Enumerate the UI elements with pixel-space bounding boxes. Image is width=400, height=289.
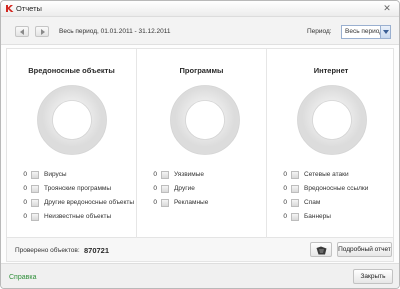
legend-item-trojans[interactable]: 0 Троянские программы xyxy=(7,183,136,197)
legend-count: 0 xyxy=(283,185,287,192)
period-label: Период: xyxy=(307,28,332,35)
checked-objects-count: 870721 xyxy=(84,246,110,255)
legend-label: Троянские программы xyxy=(44,185,112,192)
legend-color-box xyxy=(161,199,169,207)
legend-item-viruses[interactable]: 0 Вирусы xyxy=(7,169,136,183)
arrow-left-icon xyxy=(20,29,24,35)
legend-item-vulnerable[interactable]: 0 Уязвимые xyxy=(137,169,266,183)
legend-color-box xyxy=(161,185,169,193)
legend-color-box xyxy=(31,199,39,207)
title-bar: Отчеты ✕ xyxy=(1,1,399,17)
legend-color-box xyxy=(31,213,39,221)
dropdown-button[interactable] xyxy=(380,26,390,38)
legend-count: 0 xyxy=(153,171,157,178)
legend-item-network-attacks[interactable]: 0 Сетевые атаки xyxy=(267,169,395,183)
arrow-right-icon xyxy=(41,29,45,35)
legend-label: Уязвимые xyxy=(174,171,205,178)
period-select[interactable]: Весь период xyxy=(341,25,391,39)
chevron-down-icon xyxy=(383,30,389,34)
previous-period-button[interactable] xyxy=(15,26,29,37)
summary-bar: Проверено объектов: 870721 Подробный отч… xyxy=(6,238,394,262)
kaspersky-network-button[interactable] xyxy=(310,242,332,257)
legend-label: Сетевые атаки xyxy=(304,171,349,178)
bottom-bar: Справка Закрыть xyxy=(1,263,399,288)
legend-label: Баннеры xyxy=(304,213,331,220)
legend-label: Рекламные xyxy=(174,199,209,206)
kaspersky-security-network-icon xyxy=(316,246,327,255)
legend-label: Вирусы xyxy=(44,171,67,178)
legend-item-other[interactable]: 0 Другие xyxy=(137,183,266,197)
legend-count: 0 xyxy=(23,185,27,192)
legend-color-box xyxy=(291,213,299,221)
close-button[interactable]: Закрыть xyxy=(353,269,393,284)
legend-item-banners[interactable]: 0 Баннеры xyxy=(267,211,395,225)
legend-count: 0 xyxy=(283,171,287,178)
programs-title: Программы xyxy=(179,66,224,75)
reports-window: Отчеты ✕ Весь период, 01.01.2011 - 31.12… xyxy=(0,0,400,289)
internet-title: Интернет xyxy=(313,66,349,75)
legend-count: 0 xyxy=(23,199,27,206)
legend-item-unknown-objects[interactable]: 0 Неизвестные объекты xyxy=(7,211,136,225)
legend-item-adware[interactable]: 0 Рекламные xyxy=(137,197,266,211)
period-select-value: Весь период xyxy=(345,28,384,35)
legend-label: Другие xyxy=(174,185,195,192)
legend-count: 0 xyxy=(23,171,27,178)
help-link[interactable]: Справка xyxy=(9,274,36,281)
legend-count: 0 xyxy=(23,213,27,220)
legend-count: 0 xyxy=(153,199,157,206)
legend-item-other-malware[interactable]: 0 Другие вредоносные объекты xyxy=(7,197,136,211)
legend-color-box xyxy=(291,199,299,207)
window-title: Отчеты xyxy=(16,4,42,13)
next-period-button[interactable] xyxy=(35,26,49,37)
detailed-report-button[interactable]: Подробный отчет xyxy=(337,242,392,257)
programs-donut-chart xyxy=(170,85,240,155)
legend-item-spam[interactable]: 0 Спам xyxy=(267,197,395,211)
internet-donut-chart xyxy=(297,85,367,155)
programs-column: Программы 0 Уязвимые 0 Другие 0 Рекламны… xyxy=(136,49,266,239)
legend-color-box xyxy=(31,185,39,193)
legend-label: Спам xyxy=(304,199,321,206)
legend-color-box xyxy=(291,171,299,179)
checked-objects-label: Проверено объектов: xyxy=(15,247,80,254)
malware-column: Вредоносные объекты 0 Вирусы 0 Троянские… xyxy=(7,49,136,239)
legend-color-box xyxy=(31,171,39,179)
toolbar: Весь период, 01.01.2011 - 31.12.2011 Пер… xyxy=(1,17,399,45)
legend-item-malicious-links[interactable]: 0 Вредоносные ссылки xyxy=(267,183,395,197)
kaspersky-logo-icon xyxy=(6,5,14,12)
report-panel: Вредоносные объекты 0 Вирусы 0 Троянские… xyxy=(6,48,395,239)
programs-legend: 0 Уязвимые 0 Другие 0 Рекламные xyxy=(137,169,266,211)
legend-color-box xyxy=(161,171,169,179)
internet-column: Интернет 0 Сетевые атаки 0 Вредоносные с… xyxy=(266,49,395,239)
legend-label: Вредоносные ссылки xyxy=(304,185,369,192)
malware-title: Вредоносные объекты xyxy=(28,66,115,75)
legend-color-box xyxy=(291,185,299,193)
legend-label: Другие вредоносные объекты xyxy=(44,199,135,206)
legend-count: 0 xyxy=(153,185,157,192)
period-range-text: Весь период, 01.01.2011 - 31.12.2011 xyxy=(59,28,171,35)
legend-count: 0 xyxy=(283,199,287,206)
malware-donut-chart xyxy=(37,85,107,155)
internet-legend: 0 Сетевые атаки 0 Вредоносные ссылки 0 С… xyxy=(267,169,395,225)
malware-legend: 0 Вирусы 0 Троянские программы 0 Другие … xyxy=(7,169,136,225)
close-window-icon[interactable]: ✕ xyxy=(381,3,393,14)
legend-label: Неизвестные объекты xyxy=(44,213,112,220)
legend-count: 0 xyxy=(283,213,287,220)
